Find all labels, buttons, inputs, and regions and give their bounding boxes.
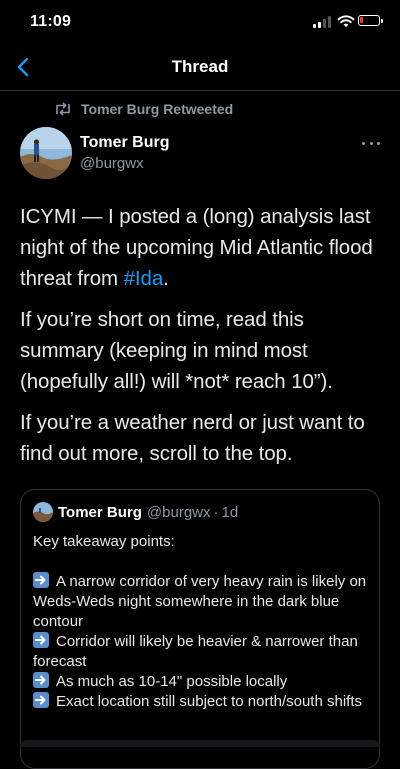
tweet-paragraph-3: If you’re a weather nerd or just want to… <box>20 411 365 465</box>
quoted-intro: Key takeaway points: <box>33 533 175 550</box>
retweet-icon <box>56 102 70 116</box>
hashtag-link[interactable]: #Ida <box>124 267 164 290</box>
right-arrow-icon <box>33 692 49 708</box>
status-bar: 11:09 <box>0 0 400 44</box>
tweet-text-segment: . <box>163 267 169 290</box>
more-options-icon[interactable] <box>362 136 380 150</box>
bullet-text: As much as 10-14" possible locally <box>56 673 288 690</box>
tweet-text-segment: ICYMI — I posted a (long) analysis last … <box>20 205 373 290</box>
author-handle[interactable]: @burgwx <box>80 155 144 172</box>
retweet-indicator[interactable]: Tomer Burg Retweeted <box>54 99 233 119</box>
bullet-text: Corridor will likely be heavier & narrow… <box>33 633 358 670</box>
retweet-label: Tomer Burg Retweeted <box>81 101 234 117</box>
author-avatar[interactable] <box>20 127 72 179</box>
bullet-text: A narrow corridor of very heavy rain is … <box>33 573 367 630</box>
quoted-tweet-text: Key takeaway points: A narrow corridor o… <box>33 532 369 712</box>
tweet-paragraph-1: ICYMI — I posted a (long) analysis last … <box>20 201 390 294</box>
cellular-signal-icon <box>313 16 335 28</box>
list-item: A narrow corridor of very heavy rain is … <box>33 572 369 632</box>
right-arrow-icon <box>33 672 49 688</box>
status-time: 11:09 <box>30 13 72 30</box>
page-title: Thread <box>171 57 229 76</box>
nav-header: Thread <box>0 44 400 91</box>
author-name[interactable]: Tomer Burg <box>80 134 169 152</box>
quoted-tweet-card[interactable]: Tomer Burg @burgwx · 1d Key takeaway poi… <box>20 489 380 769</box>
separator-dot: · <box>213 503 219 521</box>
quoted-tweet-header: Tomer Burg @burgwx · 1d <box>33 502 238 522</box>
tweet-text: ICYMI — I posted a (long) analysis last … <box>20 201 390 479</box>
right-arrow-icon <box>33 572 49 588</box>
battery-icon <box>358 15 383 26</box>
tweet-paragraph-2: If you’re short on time, read this summa… <box>20 308 333 393</box>
reply-bar-edge <box>20 740 380 747</box>
quoted-author-handle: @burgwx <box>146 503 211 521</box>
list-item: Exact location still subject to north/so… <box>33 692 369 712</box>
wifi-icon <box>337 15 355 28</box>
quoted-author-avatar <box>33 502 53 522</box>
quoted-tweet-time: 1d <box>221 503 239 521</box>
quoted-author-name: Tomer Burg <box>58 503 142 521</box>
bullet-text: Exact location still subject to north/so… <box>56 693 362 710</box>
right-arrow-icon <box>33 632 49 648</box>
list-item: Corridor will likely be heavier & narrow… <box>33 632 369 672</box>
list-item: As much as 10-14" possible locally <box>33 672 369 692</box>
